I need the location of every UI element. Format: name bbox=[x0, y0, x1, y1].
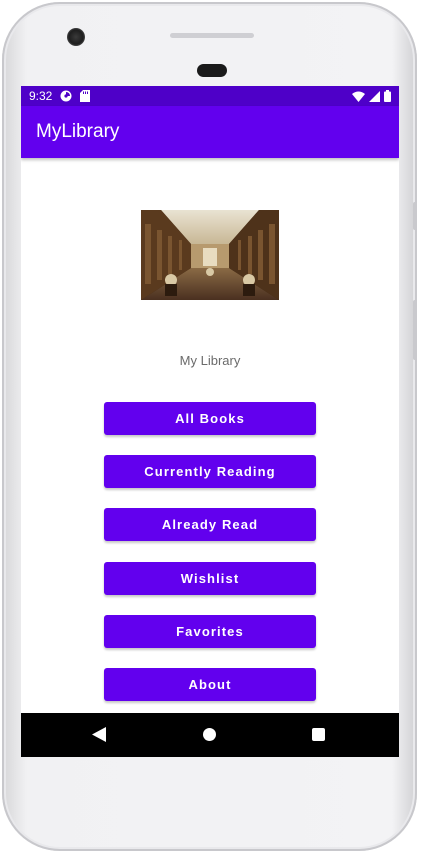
status-bar: 9:32 bbox=[21, 86, 399, 106]
favorites-button[interactable]: Favorites bbox=[104, 615, 316, 648]
main-content: My Library All Books Currently Reading A… bbox=[21, 158, 399, 713]
battery-icon bbox=[384, 90, 391, 102]
app-title: MyLibrary bbox=[36, 121, 120, 142]
already-read-button[interactable]: Already Read bbox=[104, 508, 316, 541]
wishlist-button[interactable]: Wishlist bbox=[104, 562, 316, 595]
navigation-bar bbox=[21, 713, 399, 757]
app-bar: MyLibrary bbox=[21, 106, 399, 158]
earpiece bbox=[197, 64, 227, 77]
sd-card-icon bbox=[80, 90, 91, 102]
screen: 9:32 MyLibrary My Library All Books Curr… bbox=[21, 86, 399, 757]
status-time: 9:32 bbox=[29, 89, 53, 103]
wifi-icon bbox=[352, 91, 365, 102]
all-books-button[interactable]: All Books bbox=[104, 402, 316, 435]
about-button[interactable]: About bbox=[104, 668, 316, 701]
power-button bbox=[413, 202, 417, 230]
recents-icon[interactable] bbox=[312, 728, 325, 741]
app-label: My Library bbox=[179, 353, 241, 368]
currently-reading-button[interactable]: Currently Reading bbox=[104, 455, 316, 488]
signal-icon bbox=[369, 90, 380, 102]
home-icon[interactable] bbox=[203, 728, 216, 741]
data-saver-icon bbox=[60, 90, 72, 102]
volume-button bbox=[413, 300, 417, 360]
front-camera bbox=[67, 28, 85, 46]
library-image bbox=[141, 210, 279, 300]
top-speaker-grille bbox=[170, 33, 254, 38]
back-icon[interactable] bbox=[92, 727, 106, 742]
